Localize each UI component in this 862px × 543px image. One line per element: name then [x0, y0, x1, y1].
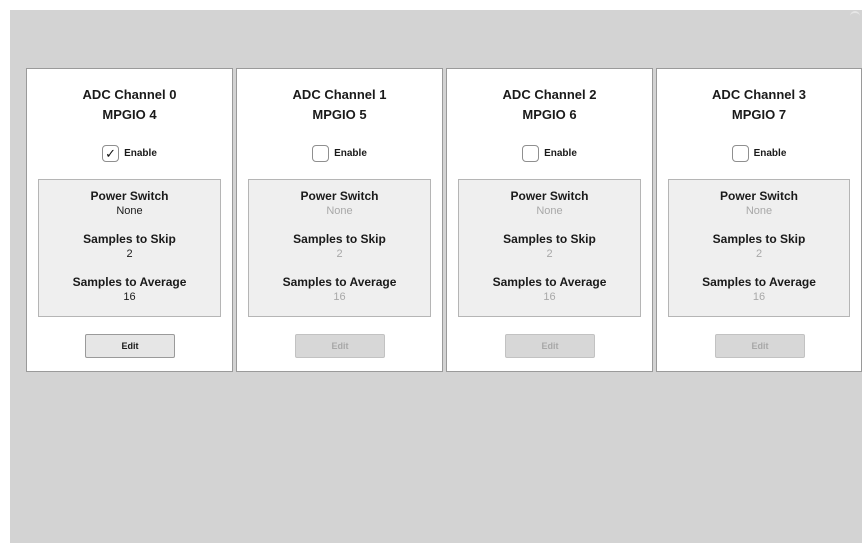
scroll-indicator	[850, 11, 860, 21]
enable-toggle-row[interactable]: Enable	[237, 145, 442, 162]
channel-pin: MPGIO 7	[731, 107, 787, 122]
adc-channels-panel: ADC Channel 0 MPGIO 4 ✓ Enable Power Swi…	[10, 10, 862, 543]
window-top-strip	[0, 0, 862, 10]
samples-to-skip-value: 2	[755, 248, 763, 260]
power-switch-value: None	[745, 205, 773, 217]
channel-pin: MPGIO 6	[522, 107, 577, 122]
samples-to-average-value: 16	[752, 291, 766, 303]
enable-toggle-row[interactable]: Enable	[447, 145, 652, 162]
edit-button[interactable]: Edit	[295, 334, 385, 358]
samples-to-average-value: 16	[123, 291, 136, 303]
edit-button[interactable]: Edit	[505, 334, 595, 358]
adc-channel-card-1: ADC Channel 1 MPGIO 5 Enable Power Switc…	[236, 68, 443, 372]
channel-settings-panel: Power Switch None Samples to Skip 2 Samp…	[668, 179, 850, 317]
channel-settings-panel: Power Switch None Samples to Skip 2 Samp…	[458, 179, 641, 317]
samples-to-skip-value: 2	[336, 248, 343, 260]
power-switch-value: None	[536, 205, 563, 217]
samples-to-average-value: 16	[333, 291, 346, 303]
channel-pin: MPGIO 4	[102, 107, 157, 122]
enable-checkbox[interactable]	[731, 145, 749, 162]
enable-checkbox[interactable]	[312, 145, 330, 162]
channel-pin: MPGIO 5	[312, 107, 367, 122]
enable-toggle-row[interactable]: Enable	[657, 145, 861, 162]
power-switch-label: Power Switch	[90, 189, 169, 203]
channel-settings-panel: Power Switch None Samples to Skip 2 Samp…	[38, 179, 221, 317]
adc-channel-card-2: ADC Channel 2 MPGIO 6 Enable Power Switc…	[446, 68, 653, 372]
window-left-strip	[0, 0, 10, 543]
samples-to-skip-value: 2	[126, 248, 133, 260]
channel-settings-panel: Power Switch None Samples to Skip 2 Samp…	[248, 179, 431, 317]
samples-to-average-label: Samples to Average	[282, 275, 397, 289]
enable-checkbox[interactable]: ✓	[102, 145, 120, 162]
channel-title: ADC Channel 2	[502, 87, 597, 102]
samples-to-skip-value: 2	[546, 248, 553, 260]
power-switch-value: None	[116, 205, 143, 217]
channel-title: ADC Channel 1	[292, 87, 387, 102]
samples-to-skip-label: Samples to Skip	[712, 232, 806, 246]
samples-to-skip-label: Samples to Skip	[503, 232, 596, 246]
channel-title: ADC Channel 0	[82, 87, 177, 102]
edit-button[interactable]: Edit	[85, 334, 175, 358]
enable-toggle-row[interactable]: ✓ Enable	[27, 145, 232, 162]
enable-checkbox[interactable]	[522, 145, 540, 162]
samples-to-skip-label: Samples to Skip	[83, 232, 176, 246]
enable-label: Enable	[334, 148, 367, 159]
channel-title: ADC Channel 3	[712, 87, 806, 102]
check-icon: ✓	[105, 146, 117, 161]
enable-label: Enable	[124, 148, 157, 159]
samples-to-average-label: Samples to Average	[72, 275, 187, 289]
edit-button[interactable]: Edit	[715, 334, 805, 358]
adc-channel-card-0: ADC Channel 0 MPGIO 4 ✓ Enable Power Swi…	[26, 68, 233, 372]
enable-label: Enable	[753, 148, 787, 159]
samples-to-average-label: Samples to Average	[702, 275, 816, 289]
power-switch-value: None	[326, 205, 353, 217]
power-switch-label: Power Switch	[300, 189, 379, 203]
power-switch-label: Power Switch	[510, 189, 589, 203]
samples-to-skip-label: Samples to Skip	[293, 232, 386, 246]
power-switch-label: Power Switch	[719, 189, 799, 203]
samples-to-average-value: 16	[543, 291, 556, 303]
samples-to-average-label: Samples to Average	[492, 275, 607, 289]
enable-label: Enable	[544, 148, 577, 159]
adc-channel-card-3: ADC Channel 3 MPGIO 7 Enable Power Switc…	[656, 68, 862, 372]
